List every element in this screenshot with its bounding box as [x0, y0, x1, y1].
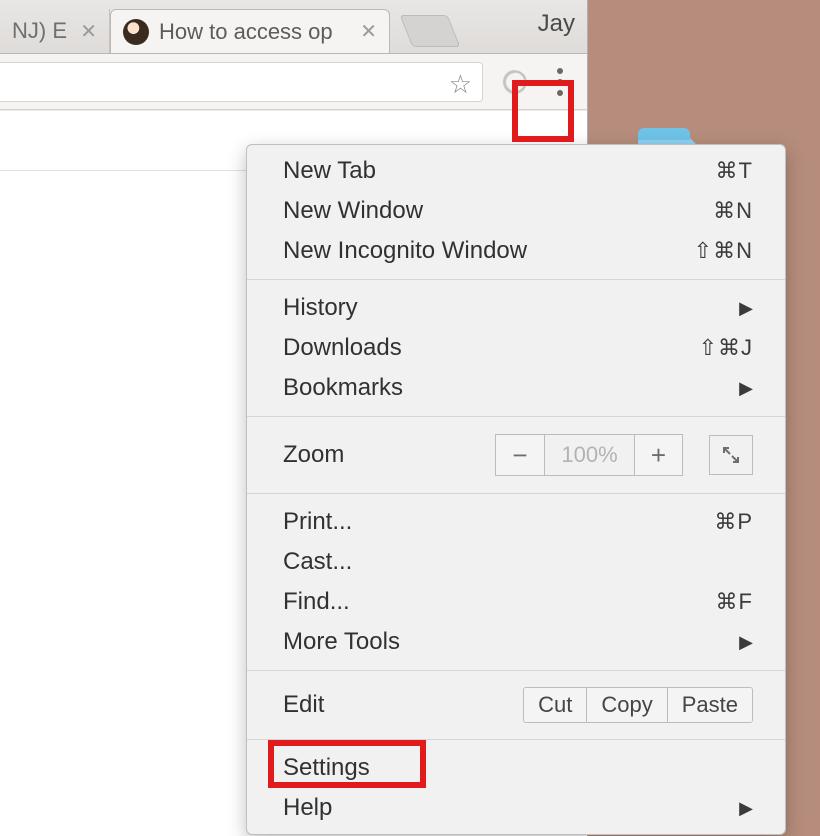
tab-favicon: [123, 19, 149, 45]
zoom-in-button[interactable]: +: [634, 435, 682, 475]
menu-separator: [247, 493, 785, 494]
menu-shortcut: ⇧⌘N: [694, 238, 753, 264]
menu-shortcut: ⌘T: [716, 158, 753, 184]
menu-item-new-tab[interactable]: New Tab ⌘T: [247, 151, 785, 191]
menu-label: Cast...: [283, 548, 753, 576]
menu-label: History: [283, 294, 739, 322]
chevron-right-icon: ▶: [739, 298, 753, 319]
menu-item-new-incognito[interactable]: New Incognito Window ⇧⌘N: [247, 231, 785, 271]
menu-label: Help: [283, 794, 739, 822]
profile-button[interactable]: Jay: [538, 10, 575, 38]
menu-shortcut: ⌘N: [713, 198, 753, 224]
chevron-right-icon: ▶: [739, 632, 753, 653]
bookmark-star-icon[interactable]: ☆: [449, 69, 472, 100]
menu-label: More Tools: [283, 628, 739, 656]
new-tab-button[interactable]: [400, 15, 461, 47]
menu-label: Edit: [283, 691, 523, 719]
menu-label: Print...: [283, 508, 714, 536]
chrome-menu-button[interactable]: [539, 61, 581, 103]
menu-item-find[interactable]: Find... ⌘F: [247, 582, 785, 622]
menu-label: Zoom: [283, 441, 495, 469]
menu-item-cast[interactable]: Cast...: [247, 542, 785, 582]
close-icon[interactable]: ✕: [80, 19, 97, 44]
menu-item-zoom: Zoom − 100% +: [247, 425, 785, 485]
menu-item-history[interactable]: History ▶: [247, 288, 785, 328]
menu-label: New Tab: [283, 157, 716, 185]
extension-icon[interactable]: [499, 66, 531, 98]
cut-button[interactable]: Cut: [524, 688, 586, 722]
kebab-icon: [557, 68, 563, 96]
paste-button[interactable]: Paste: [667, 688, 752, 722]
menu-item-bookmarks[interactable]: Bookmarks ▶: [247, 368, 785, 408]
menu-shortcut: ⌘P: [714, 509, 753, 535]
menu-label: Bookmarks: [283, 374, 739, 402]
edit-buttons: Cut Copy Paste: [523, 687, 753, 723]
zoom-controls: − 100% +: [495, 434, 683, 476]
zoom-level: 100%: [544, 435, 634, 475]
tab-strip: NJ) E ✕ How to access op ✕ Jay: [0, 0, 587, 54]
fullscreen-button[interactable]: [709, 435, 753, 475]
toolbar: ☆: [0, 54, 587, 110]
menu-separator: [247, 739, 785, 740]
menu-shortcut: ⇧⌘J: [699, 335, 753, 361]
chrome-menu: New Tab ⌘T New Window ⌘N New Incognito W…: [246, 144, 786, 835]
menu-label: Find...: [283, 588, 716, 616]
chevron-right-icon: ▶: [739, 798, 753, 819]
close-icon[interactable]: ✕: [360, 19, 377, 44]
menu-label: Settings: [283, 754, 753, 782]
address-bar[interactable]: ☆: [0, 62, 483, 102]
tab-inactive[interactable]: NJ) E ✕: [0, 9, 110, 53]
menu-item-more-tools[interactable]: More Tools ▶: [247, 622, 785, 662]
menu-separator: [247, 416, 785, 417]
zoom-out-button[interactable]: −: [496, 435, 544, 475]
menu-label: Downloads: [283, 334, 699, 362]
menu-item-help[interactable]: Help ▶: [247, 788, 785, 828]
menu-label: New Incognito Window: [283, 237, 694, 265]
menu-item-downloads[interactable]: Downloads ⇧⌘J: [247, 328, 785, 368]
tab-label: NJ) E: [12, 18, 72, 44]
menu-item-new-window[interactable]: New Window ⌘N: [247, 191, 785, 231]
menu-item-print[interactable]: Print... ⌘P: [247, 502, 785, 542]
menu-item-edit: Edit Cut Copy Paste: [247, 679, 785, 731]
menu-label: New Window: [283, 197, 713, 225]
menu-separator: [247, 670, 785, 671]
tab-active[interactable]: How to access op ✕: [110, 9, 390, 53]
chevron-right-icon: ▶: [739, 378, 753, 399]
menu-item-settings[interactable]: Settings: [247, 748, 785, 788]
menu-shortcut: ⌘F: [716, 589, 753, 615]
menu-separator: [247, 279, 785, 280]
copy-button[interactable]: Copy: [586, 688, 666, 722]
tab-label: How to access op: [159, 19, 352, 45]
